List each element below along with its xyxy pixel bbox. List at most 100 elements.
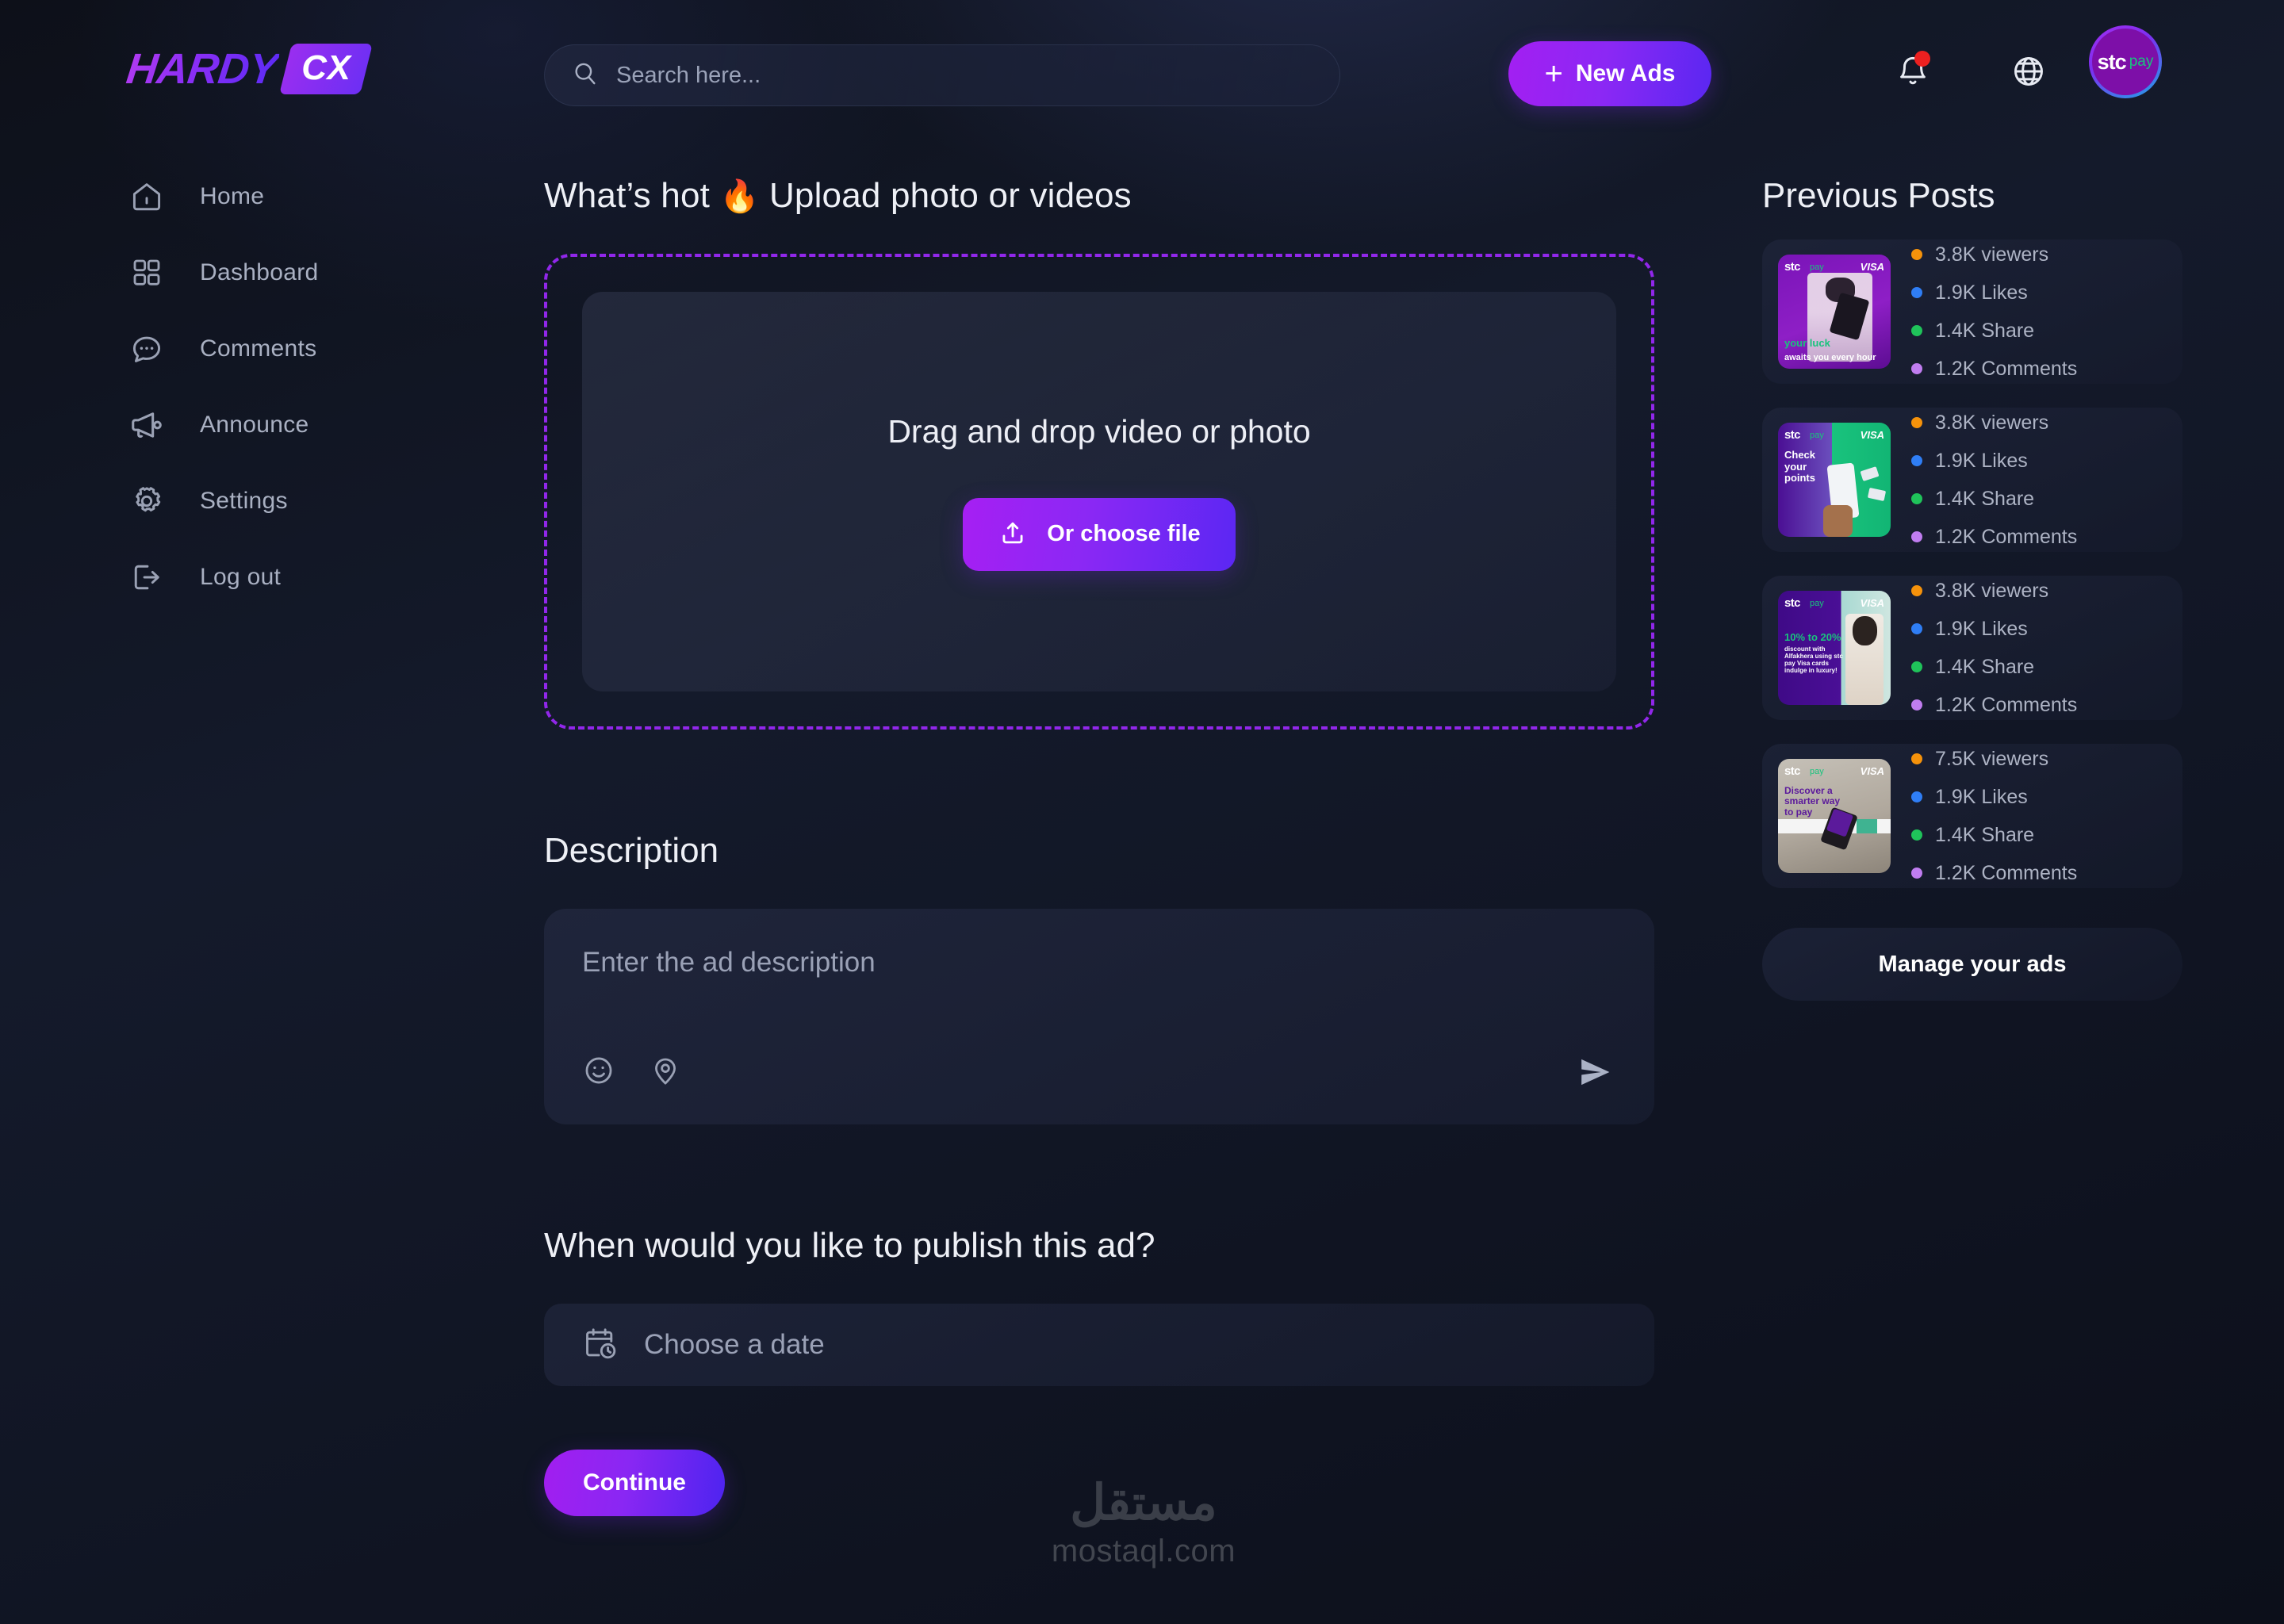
post-thumbnail: stc pay VISA Discover a smarter way to p…	[1778, 759, 1891, 873]
upload-dropzone[interactable]: Drag and drop video or photo Or choose f…	[544, 254, 1654, 730]
sidebar-item-label: Log out	[200, 564, 282, 590]
stat-dot	[1911, 753, 1922, 764]
avatar-label-pay: pay	[2129, 53, 2154, 70]
thumb-visa-logo: VISA	[1860, 429, 1884, 441]
thumb-brand-pay: pay	[1810, 767, 1824, 776]
upload-title-post: Upload photo or videos	[759, 176, 1132, 215]
sidebar-item-settings[interactable]: Settings	[0, 463, 492, 539]
location-pin-icon[interactable]	[649, 1054, 682, 1091]
manage-ads-button[interactable]: Manage your ads	[1762, 928, 2182, 1001]
grid-icon	[127, 253, 167, 293]
thumb-visa-logo: VISA	[1860, 765, 1884, 777]
post-card[interactable]: stc pay VISA Discover a smarter way to p…	[1762, 744, 2182, 888]
stat-label: 1.9K Likes	[1935, 449, 2028, 472]
search-icon	[572, 60, 599, 91]
sidebar-item-label: Announce	[200, 412, 309, 438]
notifications-button[interactable]	[1889, 49, 1937, 97]
language-button[interactable]	[2005, 49, 2052, 97]
send-icon[interactable]	[1577, 1054, 1613, 1094]
stat-share: 1.4K Share	[1911, 488, 2077, 511]
stat-dot	[1911, 531, 1922, 542]
stat-dot	[1911, 661, 1922, 672]
stat-label: 1.4K Share	[1935, 487, 2035, 510]
avatar-inner: stc pay	[2092, 29, 2159, 95]
sidebar-item-home[interactable]: Home	[0, 159, 492, 235]
stat-dot	[1911, 791, 1922, 802]
stat-label: 1.9K Likes	[1935, 785, 2028, 808]
stat-label: 1.4K Share	[1935, 655, 2035, 678]
stat-viewers: 3.8K viewers	[1911, 243, 2077, 266]
stat-viewers: 3.8K viewers	[1911, 412, 2077, 435]
stat-label: 1.4K Share	[1935, 823, 2035, 846]
upload-title-pre: What’s hot	[544, 176, 720, 215]
publish-question-label: When would you like to publish this ad?	[544, 1226, 1155, 1265]
emoji-smile-icon[interactable]	[582, 1054, 615, 1091]
chat-bubble-icon	[127, 329, 167, 369]
logo-text-hardy: HARDY	[124, 45, 281, 93]
sidebar-item-dashboard[interactable]: Dashboard	[0, 235, 492, 311]
sidebar-item-comments[interactable]: Comments	[0, 311, 492, 387]
post-card[interactable]: stc pay VISA your luck awaits you every …	[1762, 239, 2182, 384]
post-card[interactable]: stc pay VISA Check your points 3.8K view…	[1762, 408, 2182, 552]
stat-likes: 1.9K Likes	[1911, 450, 2077, 473]
avatar[interactable]: stc pay	[2089, 25, 2162, 98]
stat-dot	[1911, 287, 1922, 298]
stat-label: 1.9K Likes	[1935, 281, 2028, 304]
stat-dot	[1911, 868, 1922, 879]
post-thumbnail: stc pay VISA Check your points	[1778, 423, 1891, 537]
stat-label: 1.2K Comments	[1935, 693, 2078, 716]
sidebar-item-label: Dashboard	[200, 259, 319, 285]
avatar-label-stc: stc	[2097, 49, 2127, 74]
previous-posts-title: Previous Posts	[1762, 176, 1995, 215]
stat-dot	[1911, 493, 1922, 504]
sidebar-item-label: Settings	[200, 488, 288, 514]
sidebar-item-announce[interactable]: Announce	[0, 387, 492, 463]
megaphone-icon	[127, 405, 167, 445]
thumb-brand-stc: stc	[1784, 428, 1800, 442]
stat-dot	[1911, 455, 1922, 466]
post-stats: 7.5K viewers 1.9K Likes 1.4K Share 1.2K …	[1911, 748, 2077, 885]
main-content: What’s hot 🔥 Upload photo or videos Drag…	[544, 176, 1670, 1516]
description-input[interactable]: Enter the ad description	[582, 947, 1616, 979]
description-label: Description	[544, 831, 719, 870]
sidebar: Home Dashboard Comments Announce Setting…	[0, 159, 492, 615]
stat-dot	[1911, 699, 1922, 710]
date-input[interactable]: Choose a date	[644, 1329, 825, 1361]
notification-badge-dot	[1914, 51, 1930, 67]
stat-dot	[1911, 325, 1922, 336]
home-icon	[127, 177, 167, 216]
post-thumbnail: stc pay VISA 10% to 20% discount with Al…	[1778, 591, 1891, 705]
top-header: HARDY CX Search here... + New Ads stc pa…	[0, 0, 2284, 152]
fire-emoji-icon: 🔥	[719, 179, 760, 214]
sidebar-item-label: Home	[200, 183, 265, 209]
thumb-brand-stc: stc	[1784, 596, 1800, 610]
thumb-caption-white: Discover a smarter way to pay	[1784, 785, 1841, 818]
logo-badge-cx: CX	[278, 44, 373, 94]
sidebar-item-logout[interactable]: Log out	[0, 539, 492, 615]
post-card[interactable]: stc pay VISA 10% to 20% discount with Al…	[1762, 576, 2182, 720]
search-input[interactable]: Search here...	[616, 63, 761, 89]
thumb-brand-pay: pay	[1810, 431, 1824, 440]
stat-dot	[1911, 249, 1922, 260]
post-stats: 3.8K viewers 1.9K Likes 1.4K Share 1.2K …	[1911, 580, 2077, 717]
sidebar-item-label: Comments	[200, 335, 317, 362]
date-picker-field[interactable]: Choose a date	[544, 1304, 1654, 1386]
continue-button[interactable]: Continue	[544, 1450, 725, 1516]
stat-label: 1.4K Share	[1935, 319, 2035, 342]
watermark-arabic: مستقل	[1070, 1476, 1217, 1530]
choose-file-button[interactable]: Or choose file	[963, 497, 1236, 571]
new-ads-button[interactable]: + New Ads	[1508, 41, 1711, 106]
stat-label: 1.2K Comments	[1935, 525, 2078, 548]
globe-icon	[2011, 54, 2046, 93]
description-field[interactable]: Enter the ad description	[544, 909, 1654, 1124]
stat-label: 1.9K Likes	[1935, 617, 2028, 640]
stat-viewers: 3.8K viewers	[1911, 580, 2077, 603]
stat-label: 1.2K Comments	[1935, 357, 2078, 380]
dropzone-inner[interactable]: Drag and drop video or photo Or choose f…	[582, 292, 1616, 691]
choose-file-label: Or choose file	[1047, 521, 1201, 546]
stat-comments: 1.2K Comments	[1911, 526, 2077, 549]
thumb-brand-stc: stc	[1784, 764, 1800, 778]
stat-dot	[1911, 585, 1922, 596]
app-logo[interactable]: HARDY CX	[124, 41, 373, 97]
search-bar[interactable]: Search here...	[544, 44, 1340, 106]
